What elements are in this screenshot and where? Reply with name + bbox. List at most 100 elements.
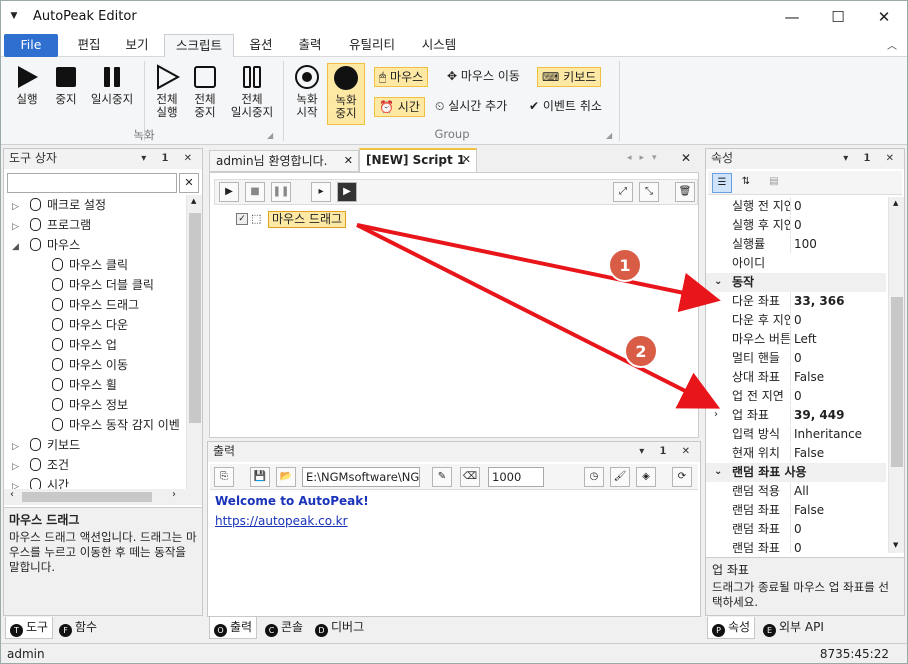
tab-functions[interactable]: F 함수 [55, 617, 102, 639]
clock-icon[interactable]: ◷ [584, 467, 604, 487]
step-button[interactable]: ▸ [311, 182, 331, 202]
clear-search-icon[interactable]: ✕ [179, 173, 199, 193]
categorized-icon[interactable]: ☰ [712, 173, 732, 193]
scroll-thumb[interactable] [891, 297, 903, 467]
tree-item[interactable]: 마우스 이동 [48, 355, 128, 375]
tree-item[interactable]: 마우스 정보 [48, 395, 128, 415]
tab-external-api[interactable]: E 외부 API [759, 617, 828, 639]
property-row[interactable]: 마우스 버튼 Left [706, 330, 886, 349]
tree-expander-icon[interactable]: ▷ [12, 477, 26, 489]
record-mouse-move-toggle[interactable]: ✥ 마우스 이동 [443, 67, 524, 87]
tab-system[interactable]: 시스템 [411, 34, 467, 57]
tree-item[interactable]: 마우스 업 [48, 335, 117, 355]
tab-tools[interactable]: T 도구 [5, 617, 54, 639]
tab-options[interactable]: 옵션 [239, 34, 283, 57]
clean-icon[interactable]: ✎ [432, 467, 452, 487]
tree-item[interactable]: ▷ 프로그램 [12, 215, 91, 235]
group-launcher-icon[interactable]: ◢ [267, 131, 273, 140]
record-stop-button[interactable]: 녹화 중지 [327, 63, 365, 125]
property-expander-icon[interactable]: ⌄ [714, 463, 722, 481]
property-row[interactable]: 현재 위치 False [706, 444, 886, 463]
tree-expander-icon[interactable]: ◢ [12, 237, 26, 257]
property-row[interactable]: 입력 방식 Inheritance [706, 425, 886, 444]
scroll-right-icon[interactable]: › [172, 489, 176, 500]
pane-tools[interactable]: ▾ 𝟭 ✕ [843, 149, 900, 168]
event-cancel-toggle[interactable]: ✔ 이벤트 취소 [525, 97, 606, 117]
tree-item[interactable]: 마우스 클릭 [48, 255, 128, 275]
property-row[interactable]: 랜덤 좌표 0 [706, 520, 886, 539]
hscroll-thumb[interactable] [22, 492, 152, 502]
tree-expander-icon[interactable]: ▷ [12, 217, 26, 237]
tree-item[interactable]: 마우스 드래그 [48, 295, 139, 315]
tree-expander-icon[interactable]: ▷ [12, 197, 26, 217]
pause-script-button[interactable]: ❚❚ [271, 182, 291, 202]
close-tab-icon[interactable]: ✕ [462, 150, 471, 170]
scroll-up-icon[interactable]: ▲ [191, 197, 196, 205]
eraser-icon[interactable]: ⌫ [460, 467, 480, 487]
expand-all-icon[interactable]: ⤢ [613, 182, 633, 202]
refresh-icon[interactable]: ⟳ [672, 467, 692, 487]
property-value[interactable]: 0 [790, 349, 802, 367]
scroll-down-icon[interactable]: ▼ [893, 541, 898, 549]
stop-all-button[interactable]: 전체 중지 [187, 63, 223, 127]
run-script-button[interactable]: ▶ [219, 182, 239, 202]
record-keyboard-toggle[interactable]: ⌨ 키보드 [537, 67, 602, 87]
delete-icon[interactable]: 🗑 [675, 182, 695, 202]
property-value[interactable]: False [790, 444, 824, 462]
tree-item[interactable]: ▷ 매크로 설정 [12, 195, 106, 215]
tab-script1[interactable]: [NEW] Script 1 ✕ [359, 148, 477, 172]
property-row[interactable]: 멀티 핸들 0 [706, 349, 886, 368]
property-row[interactable]: 랜덤 좌표 0 [706, 539, 886, 553]
property-row[interactable]: 다운 후 지연 0 [706, 311, 886, 330]
new-log-icon[interactable]: ⎘ [214, 467, 234, 487]
property-row[interactable]: 실행 후 지연 0 [706, 216, 886, 235]
tab-output[interactable]: 출력 [288, 34, 332, 57]
save-icon[interactable]: 💾 [250, 467, 270, 487]
brush-icon[interactable]: 🖌 [610, 467, 630, 487]
tab-welcome[interactable]: admin님 환영합니다. ✕ [209, 150, 359, 172]
property-row[interactable]: 실행률 100 [706, 235, 886, 254]
tree-item[interactable]: 마우스 휠 [48, 375, 117, 395]
website-link[interactable]: https://autopeak.co.kr [215, 514, 348, 528]
step-into-button[interactable]: ▶ [337, 182, 357, 202]
pane-tools[interactable]: ▾ 𝟭 ✕ [639, 442, 696, 461]
realtime-add-toggle[interactable]: ⏲ 실시간 추가 [431, 97, 511, 117]
pause-button[interactable]: 일시중지 [85, 63, 139, 127]
property-row[interactable]: › 업 좌표 39, 449 [706, 406, 886, 425]
toolbox-scrollbar[interactable]: ▲ [186, 195, 202, 489]
close-button[interactable]: ✕ [861, 1, 907, 33]
minimize-button[interactable]: — [769, 1, 815, 33]
property-row[interactable]: 실행 전 지연 0 [706, 197, 886, 216]
properties-scrollbar[interactable]: ▲ ▼ [888, 197, 904, 553]
property-category[interactable]: ⌄ 랜덤 좌표 사용 [706, 463, 886, 482]
property-value[interactable]: Left [790, 330, 817, 348]
property-expander-icon[interactable]: › [714, 406, 718, 424]
record-time-toggle[interactable]: ⏰ 시간 [374, 97, 425, 117]
group-launcher-icon[interactable]: ◢ [606, 131, 612, 140]
tree-item[interactable]: ▷ 시간 [12, 475, 69, 489]
property-row[interactable]: 랜덤 적용 All [706, 482, 886, 501]
property-value[interactable]: 0 [790, 520, 802, 538]
maximize-button[interactable]: ☐ [815, 1, 861, 33]
property-row[interactable]: 아이디 [706, 254, 886, 273]
record-mouse-toggle[interactable]: 🖱 마우스 [374, 67, 429, 87]
system-menu-icon[interactable]: ▼ [7, 9, 21, 23]
stop-script-button[interactable]: ■ [245, 182, 265, 202]
property-value[interactable]: 0 [790, 311, 802, 329]
property-value[interactable]: 0 [790, 197, 802, 215]
property-value[interactable]: All [790, 482, 809, 500]
pause-all-button[interactable]: 전체 일시중지 [225, 63, 279, 127]
property-value[interactable]: 0 [790, 387, 802, 405]
scroll-left-icon[interactable]: ‹ [10, 489, 14, 500]
toolbox-hscrollbar[interactable]: ‹ › [4, 489, 202, 505]
property-row[interactable]: 업 전 지연 0 [706, 387, 886, 406]
close-editor-icon[interactable]: ✕ [681, 151, 691, 165]
tab-view[interactable]: 보기 [115, 34, 159, 57]
stop-button[interactable]: 중지 [47, 63, 85, 127]
record-start-button[interactable]: 녹화 시작 [289, 63, 325, 127]
alphabetical-sort-icon[interactable]: ⇅ [736, 173, 756, 193]
collapse-all-icon[interactable]: ⤡ [639, 182, 659, 202]
property-row[interactable]: › 다운 좌표 33, 366 [706, 292, 886, 311]
tab-debug[interactable]: D 디버그 [311, 617, 369, 639]
line-count-stepper[interactable]: 1000 [488, 467, 544, 487]
